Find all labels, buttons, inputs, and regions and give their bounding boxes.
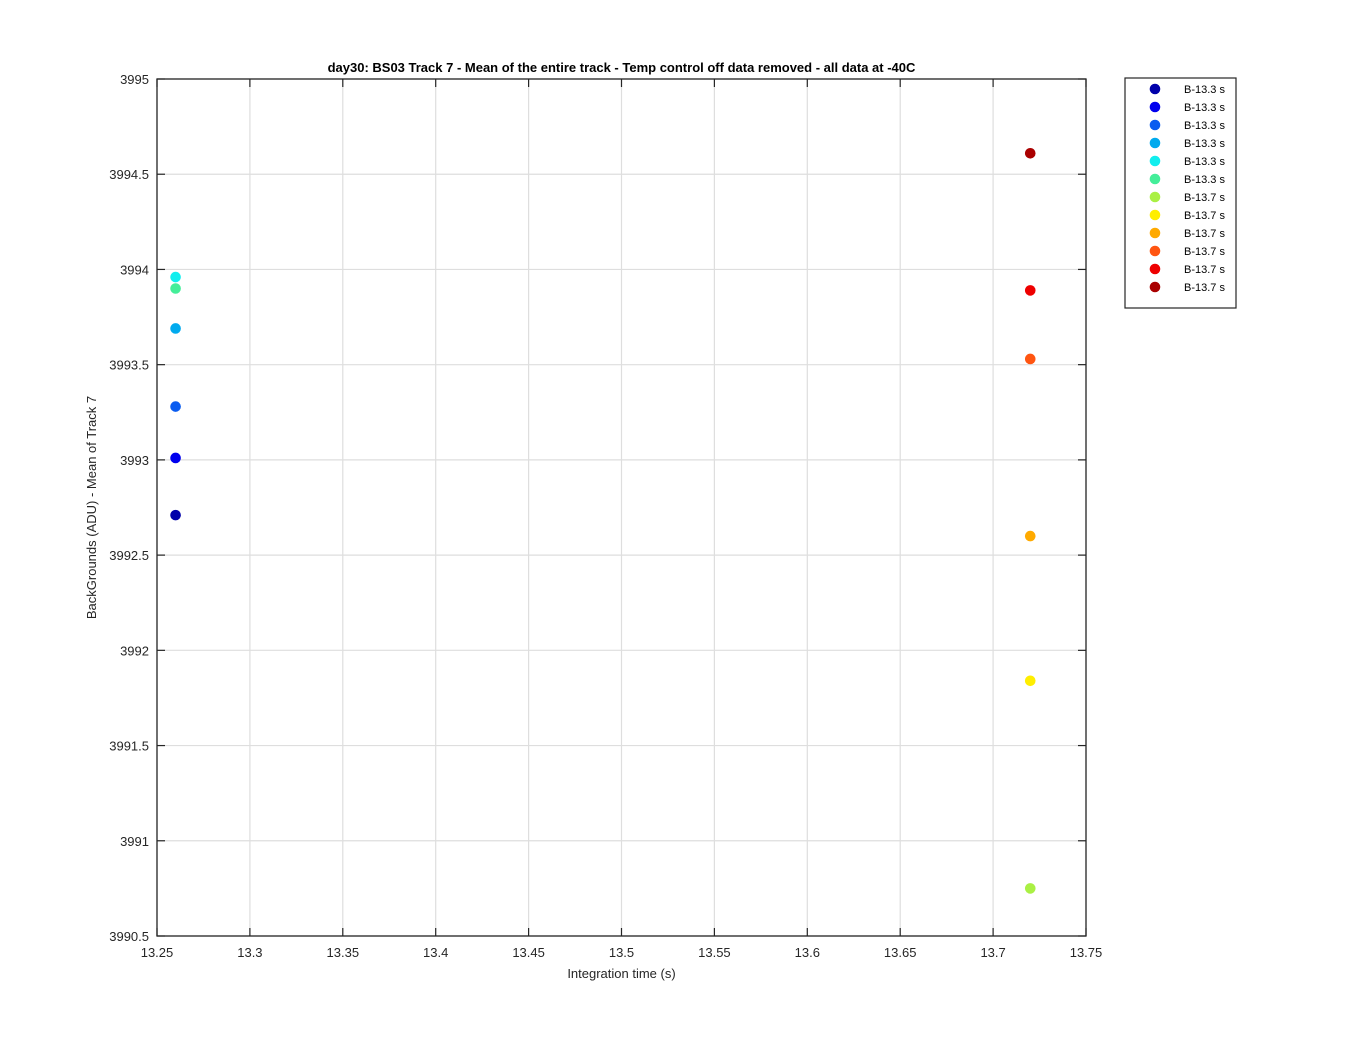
data-point	[170, 283, 181, 294]
data-point	[1024, 883, 1036, 894]
chart-figure: 13.25 13.3 13.35 13.4 13.45 13.5 13.55 13.6 13.6…	[0, 0, 1350, 1050]
legend-marker	[1149, 119, 1161, 131]
data-point	[170, 509, 181, 521]
data-point	[170, 452, 181, 464]
data-point	[170, 401, 181, 412]
legend-marker	[1149, 173, 1161, 185]
y-axis-label: BackGrounds (ADU) - Mean of Track 7	[84, 396, 99, 619]
data-point	[1024, 147, 1036, 159]
y-tick-label: 3994.5	[109, 167, 149, 182]
legend-label: B-13.7 s	[1184, 282, 1225, 294]
legend-marker	[1149, 101, 1161, 113]
legend-marker	[1149, 227, 1161, 239]
legend-label: B-13.7 s	[1184, 228, 1225, 240]
y-tick-label: 3990.5	[109, 929, 149, 944]
x-tick-label: 13.55	[698, 945, 731, 960]
data-point	[1024, 675, 1036, 687]
legend: B-13.3 s B-13.3 s B-13.3 s B-13.3 s B-13.3 s…	[1124, 77, 1237, 309]
legend-label: B-13.3 s	[1184, 138, 1225, 150]
x-axis-label: Integration time (s)	[567, 966, 675, 981]
axis-ticks: 13.25 13.3 13.35 13.4 13.45 13.5 13.55 13.6 13.6…	[109, 72, 1102, 960]
data-point	[170, 271, 181, 283]
chart-title: day30: BS03 Track 7 - Mean of the entire…	[328, 60, 916, 75]
data-point	[1024, 285, 1036, 296]
y-tick-label: 3993	[120, 453, 149, 468]
legend-label: B-13.3 s	[1184, 156, 1225, 168]
legend-marker	[1149, 137, 1161, 149]
y-tick-label: 3995	[120, 72, 149, 87]
legend-marker	[1149, 83, 1161, 95]
x-tick-label: 13.4	[423, 945, 448, 960]
x-tick-label: 13.6	[795, 945, 820, 960]
grid	[156, 78, 1087, 937]
legend-marker	[1149, 155, 1161, 167]
legend-label: B-13.3 s	[1184, 120, 1225, 132]
legend-marker	[1149, 281, 1161, 293]
legend-marker	[1149, 263, 1161, 275]
y-tick-label: 3991.5	[109, 739, 149, 754]
y-tick-label: 3993.5	[109, 358, 149, 373]
data-point	[1024, 353, 1036, 365]
legend-marker	[1149, 191, 1161, 203]
legend-marker	[1149, 245, 1161, 257]
x-tick-label: 13.75	[1070, 945, 1103, 960]
x-tick-label: 13.7	[980, 945, 1005, 960]
x-tick-label: 13.5	[609, 945, 634, 960]
legend-label: B-13.7 s	[1184, 210, 1225, 222]
scatter-chart: 13.25 13.3 13.35 13.4 13.45 13.5 13.55 13.6 13.6…	[84, 60, 1237, 981]
x-tick-label: 13.45	[512, 945, 545, 960]
y-tick-label: 3992.5	[109, 548, 149, 563]
data-points	[170, 147, 1036, 894]
y-tick-label: 3991	[120, 834, 149, 849]
data-point	[170, 323, 181, 334]
legend-label: B-13.3 s	[1184, 84, 1225, 96]
y-tick-label: 3992	[120, 643, 149, 658]
legend-label: B-13.3 s	[1184, 102, 1225, 114]
x-tick-label: 13.25	[141, 945, 174, 960]
x-tick-label: 13.3	[237, 945, 262, 960]
x-tick-label: 13.65	[884, 945, 917, 960]
legend-label: B-13.7 s	[1184, 264, 1225, 276]
x-tick-label: 13.35	[327, 945, 360, 960]
data-point	[1024, 530, 1036, 542]
legend-label: B-13.7 s	[1184, 192, 1225, 204]
legend-label: B-13.7 s	[1184, 246, 1225, 258]
legend-marker	[1149, 209, 1161, 221]
legend-label: B-13.3 s	[1184, 174, 1225, 186]
y-tick-label: 3994	[120, 262, 149, 277]
